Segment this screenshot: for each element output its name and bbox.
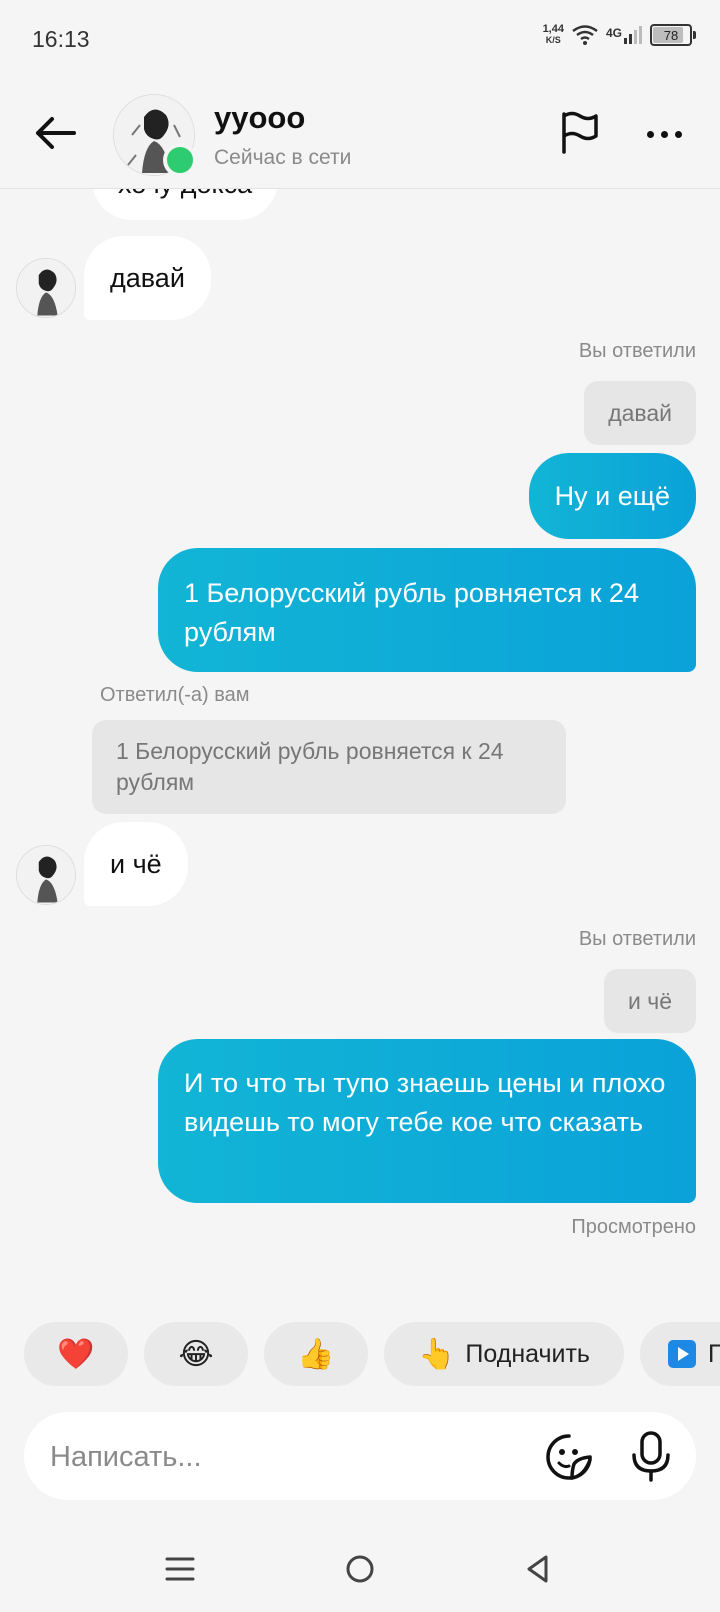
back-nav-button[interactable]	[513, 1544, 563, 1594]
microphone-icon	[632, 1431, 670, 1482]
sticker-button[interactable]	[544, 1432, 594, 1482]
reaction-laugh-button[interactable]: 😂	[144, 1322, 248, 1386]
more-icon	[646, 130, 682, 138]
status-time: 16:13	[32, 26, 90, 52]
reply-quote[interactable]: 1 Белорусский рубль ровняется к 24 рубля…	[92, 720, 566, 814]
sticker-icon	[546, 1434, 592, 1480]
reaction-thumbs-up-button[interactable]: 👍	[264, 1322, 368, 1386]
video-chip-button[interactable]: П	[640, 1322, 720, 1386]
video-play-icon	[668, 1340, 696, 1368]
incoming-message[interactable]: хочу доксa	[92, 188, 279, 220]
laughing-face-icon: 😂	[178, 1337, 214, 1371]
quick-reactions-bar[interactable]: ❤️ 😂 👍 👆 Подначить П	[0, 1322, 720, 1388]
reply-caption: Ответил(-а) вам	[100, 684, 250, 706]
flag-icon	[562, 111, 598, 154]
quote-text: давай	[608, 399, 672, 426]
status-icons: 1,44 K/S 4G 78	[543, 24, 696, 46]
message-text: давай	[110, 262, 185, 293]
reply-caption: Вы ответили	[578, 928, 696, 950]
network-speed-unit: K/S	[545, 35, 561, 45]
incoming-message[interactable]: давай	[84, 236, 211, 320]
message-text: 1 Белорусский рубль ровняется к 24 рубля…	[184, 578, 639, 647]
back-triangle-icon	[527, 1555, 548, 1583]
message-composer	[24, 1412, 696, 1500]
video-chip-label: П	[708, 1339, 720, 1368]
battery-level: 78	[663, 27, 679, 43]
pointing-finger-icon: 👆	[418, 1337, 456, 1371]
menu-lines-icon	[165, 1557, 195, 1581]
message-text: хочу доксa	[118, 188, 252, 200]
contact-status: Сейчас в сети	[214, 146, 352, 169]
heart-icon: ❤️	[57, 1337, 95, 1371]
sender-avatar[interactable]	[16, 258, 76, 318]
message-list[interactable]: хочу доксa давай Вы ответили давай Ну и …	[0, 188, 720, 1308]
wifi-icon	[572, 25, 598, 45]
incoming-message[interactable]: и чё	[84, 822, 188, 906]
outgoing-message[interactable]: И то что ты тупо знаешь цены и плохо вид…	[158, 1039, 696, 1203]
network-type: 4G	[605, 26, 622, 40]
reply-quote[interactable]: и чё	[603, 969, 696, 1033]
contact-name[interactable]: yyooo	[214, 100, 305, 136]
reaction-heart-button[interactable]: ❤️	[24, 1322, 128, 1386]
outgoing-message[interactable]: 1 Белорусский рубль ровняется к 24 рубля…	[158, 548, 696, 672]
system-nav-bar	[0, 1530, 720, 1612]
quote-text: 1 Белорусский рубль ровняется к 24 рубля…	[116, 738, 504, 795]
recents-button[interactable]	[155, 1544, 205, 1594]
network-speed: 1,44 K/S	[543, 24, 564, 46]
battery-icon: 78	[650, 24, 696, 46]
network-speed-value: 1,44	[542, 23, 564, 35]
more-button[interactable]	[640, 110, 688, 158]
message-input[interactable]	[48, 1432, 532, 1482]
message-text: И то что ты тупо знаешь цены и плохо вид…	[184, 1068, 666, 1137]
reply-caption: Вы ответили	[578, 340, 696, 362]
status-bar: 16:13 1,44 K/S 4G 78	[0, 0, 720, 80]
signal-icon: 4G	[606, 26, 642, 44]
message-text: и чё	[110, 848, 162, 879]
thumbs-up-icon: 👍	[297, 1337, 335, 1371]
quote-text: и чё	[627, 987, 672, 1014]
poke-button[interactable]: 👆 Подначить	[384, 1322, 624, 1386]
message-text: Ну и ещё	[554, 480, 670, 511]
chat-header: yyooo Сейчас в сети	[0, 80, 720, 189]
home-button[interactable]	[335, 1544, 385, 1594]
home-circle-icon	[346, 1555, 374, 1583]
back-arrow-icon	[36, 117, 76, 149]
report-button[interactable]	[558, 110, 606, 158]
poke-label: Подначить	[465, 1339, 590, 1368]
seen-status: Просмотрено	[571, 1216, 696, 1238]
sender-avatar[interactable]	[16, 845, 76, 905]
reply-quote[interactable]: давай	[584, 381, 696, 445]
voice-message-button[interactable]	[626, 1430, 676, 1482]
online-indicator	[163, 143, 197, 177]
outgoing-message[interactable]: Ну и ещё	[528, 453, 696, 539]
back-button[interactable]	[30, 108, 80, 158]
